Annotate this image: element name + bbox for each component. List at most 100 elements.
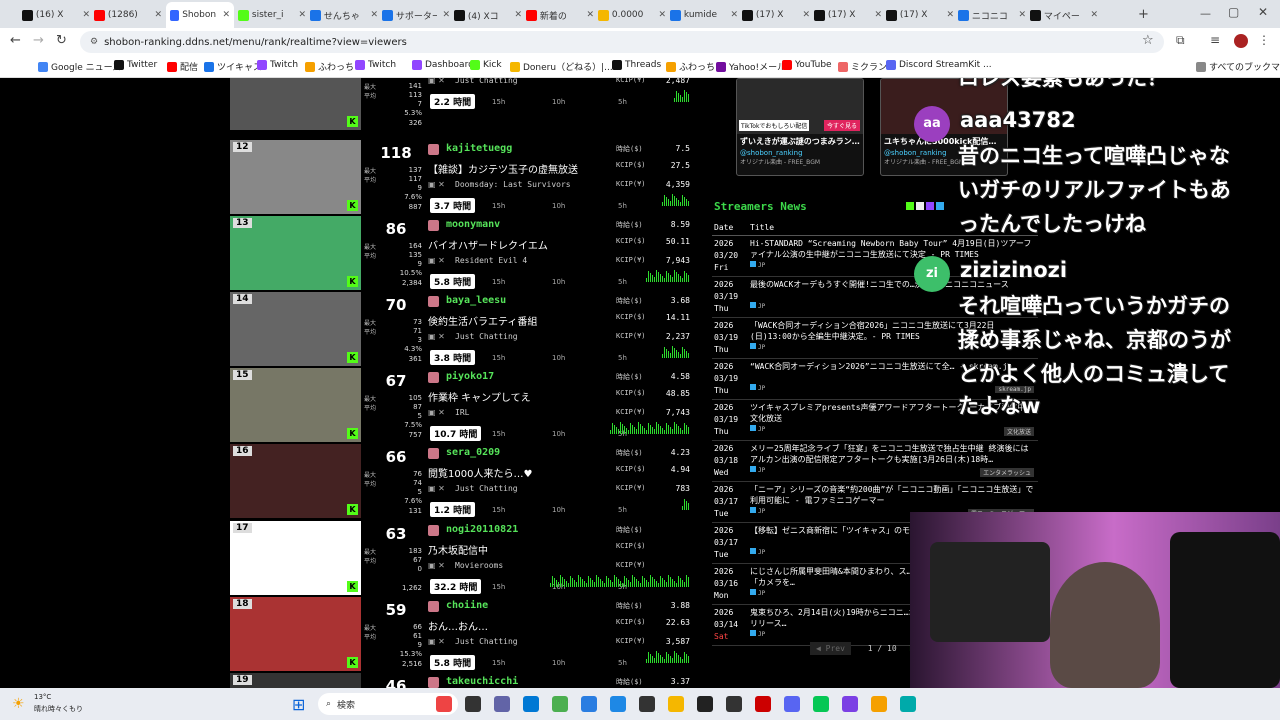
bookmark-item[interactable]: Yahoo!メール — [716, 60, 786, 73]
channel-avatar[interactable] — [428, 677, 439, 688]
taskbar-app-icon[interactable] — [610, 696, 626, 712]
channel-avatar[interactable] — [428, 372, 439, 383]
taskbar-app-icon[interactable] — [436, 696, 452, 712]
tab-close-icon[interactable]: ✕ — [298, 10, 306, 20]
channel-name[interactable]: baya_leesu — [446, 295, 506, 306]
windows-start-icon[interactable]: ⊞ — [292, 695, 305, 714]
tab-close-icon[interactable]: ✕ — [658, 10, 666, 20]
stream-category[interactable]: Movierooms — [455, 561, 503, 570]
stream-thumbnail[interactable]: 19K — [230, 673, 361, 688]
taskbar-app-icon[interactable] — [465, 696, 481, 712]
site-info-icon[interactable]: ⚙ — [90, 37, 98, 47]
taskbar-app-icon[interactable] — [813, 696, 829, 712]
kick-icon[interactable] — [906, 202, 914, 210]
stream-category[interactable]: Resident Evil 4 — [455, 256, 527, 265]
bookmark-item[interactable]: YouTube — [782, 60, 832, 70]
minimize-icon[interactable]: — — [1200, 7, 1211, 20]
bookmark-item[interactable]: ミクラン — [838, 60, 887, 73]
new-tab-icon[interactable]: + — [1138, 7, 1149, 22]
browser-tab[interactable]: せんちゃ ✕ — [310, 4, 378, 26]
channel-name[interactable]: takeuchicchi — [446, 676, 518, 687]
bookmark-item[interactable]: すべてのブックマーク — [1196, 60, 1280, 73]
reload-icon[interactable]: ↻ — [56, 33, 67, 48]
browser-tab[interactable]: (17) X ✕ — [886, 4, 954, 26]
bookmark-star-icon[interactable]: ☆ — [1142, 33, 1154, 48]
bookmark-item[interactable]: Doneru（どねる）|... — [510, 60, 613, 73]
channel-avatar[interactable] — [428, 448, 439, 459]
url-omnibox[interactable]: ⚙ shobon-ranking.ddns.net/menu/rank/real… — [80, 31, 1164, 53]
browser-tab[interactable]: 新着の ✕ — [526, 4, 594, 26]
taskbar-app-icon[interactable] — [552, 696, 568, 712]
bookmark-item[interactable]: Dashboard — [412, 60, 474, 70]
channel-name[interactable]: sera_0209 — [446, 447, 500, 458]
taskbar-app-icon[interactable] — [697, 696, 713, 712]
tab-close-icon[interactable]: ✕ — [514, 10, 522, 20]
channel-name[interactable]: moonymanv — [446, 219, 500, 230]
ranking-row[interactable]: 16 K 66 最大 76 平均 74 5 7.6% 131 sera_0209 閲覧… — [230, 444, 695, 520]
browser-tab[interactable]: マイペー ✕ — [1030, 4, 1098, 26]
bookmark-item[interactable]: Twitter — [114, 60, 157, 70]
taskbar-app-icon[interactable] — [755, 696, 771, 712]
tab-close-icon[interactable]: ✕ — [586, 10, 594, 20]
channel-name[interactable]: choiine — [446, 600, 488, 611]
taskbar-app-icon[interactable] — [581, 696, 597, 712]
niconico-icon[interactable] — [916, 202, 924, 210]
twitch-icon[interactable] — [926, 202, 934, 210]
browser-tab[interactable]: (16) X ✕ — [22, 4, 90, 26]
ranking-row[interactable]: 14 K 70 最大 73 平均 71 3 4.3% 361 baya_leesu 倹… — [230, 292, 695, 368]
browser-tab[interactable]: sister_i ✕ — [238, 4, 306, 26]
browser-tab[interactable]: Shobon ✕ — [166, 2, 234, 28]
bookmark-item[interactable]: Twitch — [257, 60, 298, 70]
stream-category[interactable]: Doomsday: Last Survivors — [455, 180, 571, 189]
taskbar-app-icon[interactable] — [871, 696, 887, 712]
bookmark-item[interactable]: 配信 — [167, 60, 198, 73]
tab-close-icon[interactable]: ✕ — [154, 10, 162, 20]
forward-icon[interactable]: → — [33, 33, 44, 48]
browser-tab[interactable]: ニコニコ ✕ — [958, 4, 1026, 26]
ranking-row[interactable]: 15 K 67 最大 105 平均 87 5 7.5% 757 piyoko17 作業… — [230, 368, 695, 444]
tab-close-icon[interactable]: ✕ — [442, 10, 450, 20]
channel-avatar[interactable] — [428, 144, 439, 155]
taskbar-app-icon[interactable] — [784, 696, 800, 712]
stream-thumbnail[interactable]: K — [230, 78, 361, 130]
bookmark-item[interactable]: Kick — [470, 60, 502, 70]
bookmark-item[interactable]: Discord StreamKit ... — [886, 60, 992, 70]
profile-avatar[interactable] — [1234, 34, 1248, 48]
more-icon[interactable]: ⋮ — [1258, 33, 1270, 47]
ranking-row[interactable]: 13 K 86 最大 164 平均 135 9 10.5% 2,384 moonym… — [230, 216, 695, 292]
twitcasting-icon[interactable] — [936, 202, 944, 210]
channel-name[interactable]: piyoko17 — [446, 371, 494, 382]
prev-button[interactable]: ◀ Prev — [810, 642, 851, 655]
menu-icon[interactable]: ≡ — [1210, 33, 1220, 47]
channel-avatar[interactable] — [428, 601, 439, 612]
browser-tab[interactable]: 0.0000 ✕ — [598, 4, 666, 26]
stream-category[interactable]: Just Chatting — [455, 484, 518, 493]
ranking-row[interactable]: 17 K 63 最大 183 平均 67 0 1,262 nogi20110821 乃… — [230, 521, 695, 597]
card-user[interactable]: @shobon_ranking — [737, 149, 863, 157]
channel-avatar[interactable] — [428, 296, 439, 307]
stream-thumbnail[interactable]: 16 K — [230, 444, 361, 518]
stream-category[interactable]: Just Chatting — [455, 637, 518, 646]
taskbar-app-icon[interactable] — [726, 696, 742, 712]
bookmark-item[interactable]: ふわっち — [666, 60, 715, 73]
tab-close-icon[interactable]: ✕ — [802, 10, 810, 20]
bookmark-item[interactable]: Twitch — [355, 60, 396, 70]
browser-tab[interactable]: (4) Xコ ✕ — [454, 4, 522, 26]
ranking-row[interactable]: 18 K 59 最大 66 平均 61 9 15.3% 2,516 choiine お… — [230, 597, 695, 673]
tab-close-icon[interactable]: ✕ — [730, 10, 738, 20]
bookmark-item[interactable]: Threads — [612, 60, 661, 70]
stream-thumbnail[interactable]: 12 K — [230, 140, 361, 214]
browser-tab[interactable]: サポーター ✕ — [382, 4, 450, 26]
browser-tab[interactable]: (17) X ✕ — [742, 4, 810, 26]
browser-tab[interactable]: kumide ✕ — [670, 4, 738, 26]
taskbar-app-icon[interactable] — [842, 696, 858, 712]
tab-close-icon[interactable]: ✕ — [1090, 10, 1098, 20]
tab-close-icon[interactable]: ✕ — [946, 10, 954, 20]
close-window-icon[interactable]: ✕ — [1258, 5, 1268, 19]
back-icon[interactable]: ← — [10, 33, 21, 48]
taskbar-app-icon[interactable] — [494, 696, 510, 712]
watch-now-button[interactable]: 今すぐ見る — [823, 120, 860, 131]
tab-close-icon[interactable]: ✕ — [82, 10, 90, 20]
news-row[interactable]: 2026 03/18 Wed メリー25周年記念ライブ「狂宴」をニコニコ生放送で独占… — [712, 441, 1038, 482]
stream-thumbnail[interactable]: 18 K — [230, 597, 361, 671]
